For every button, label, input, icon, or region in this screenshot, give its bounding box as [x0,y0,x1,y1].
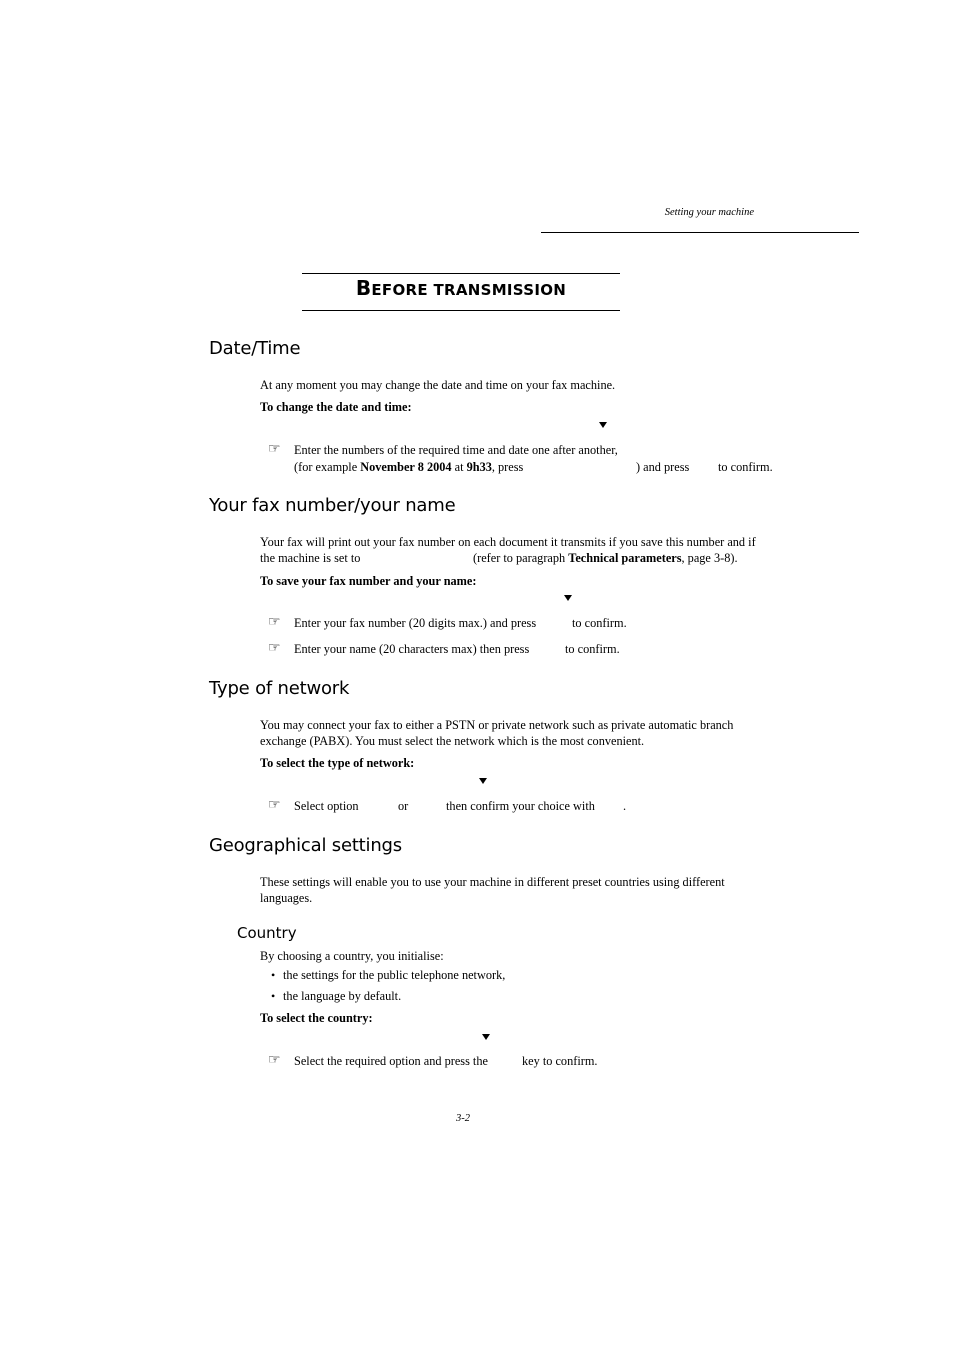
running-header: Setting your machine [664,207,754,218]
down-arrow-icon [479,778,487,784]
title-rule-bottom [302,310,620,311]
section-heading-geographical: Geographical settings [209,835,402,856]
example-date: November 8 2004 [360,460,452,474]
country-bullet-item: the settings for the public telephone ne… [283,968,506,982]
down-arrow-icon [599,422,607,428]
bullet-icon: • [271,989,276,1003]
fax-number-intro-line2a: the machine is set to [260,551,361,565]
fax-number-step2b: to confirm. [565,642,620,656]
country-step1a: Select the required option and press the [294,1054,488,1068]
pointing-hand-icon: ☞ [268,798,281,813]
chapter-title-initial: B [355,276,372,300]
date-time-step-line2a: (for example November 8 2004 at 9h33, pr… [294,459,523,475]
section-heading-fax-number: Your fax number/your name [209,495,456,516]
fax-number-procedure-label: To save your fax number and your name: [260,574,477,588]
page-number: 3-2 [456,1113,470,1124]
network-step1c: then confirm your choice with [446,799,595,813]
subsection-heading-country: Country [237,924,297,942]
section-heading-date-time: Date/Time [209,338,301,359]
country-step1b: key to confirm. [522,1054,598,1068]
date-time-procedure-label: To change the date and time: [260,400,412,414]
cross-reference: Technical parameters [568,551,682,565]
section-heading-network: Type of network [209,678,350,699]
network-intro-line1: You may connect your fax to either a PST… [260,718,734,732]
down-arrow-icon [564,595,572,601]
network-step1a: Select option [294,799,359,813]
title-rule-top [302,273,620,274]
fax-number-step1a: Enter your fax number (20 digits max.) a… [294,616,537,630]
example-time: 9h33 [466,460,492,474]
body-text: , page 3-8). [681,551,738,565]
down-arrow-icon [482,1034,490,1040]
geographical-intro-line1: These settings will enable you to use yo… [260,875,725,889]
country-bullet-item: the language by default. [283,989,402,1003]
date-time-step-line2c: to confirm. [718,460,773,474]
fax-number-intro-line2b: (refer to paragraph Technical parameters… [473,550,738,566]
step-text: at [451,460,467,474]
pointing-hand-icon: ☞ [268,442,281,457]
chapter-title: BEFORE TRANSMISSION [302,276,620,300]
fax-number-step2a: Enter your name (20 characters max) then… [294,642,530,656]
pointing-hand-icon: ☞ [268,1053,281,1068]
header-rule [541,232,859,233]
fax-number-step1b: to confirm. [572,616,627,630]
network-step1b: or [398,799,409,813]
network-intro-line2: exchange (PABX). You must select the net… [260,734,645,748]
geographical-intro-line2: languages. [260,891,313,905]
network-procedure-label: To select the type of network: [260,756,415,770]
body-text: (refer to paragraph [473,551,569,565]
step-text: (for example [294,460,361,474]
country-procedure-label: To select the country: [260,1011,373,1025]
pointing-hand-icon: ☞ [268,641,281,656]
bullet-icon: • [271,968,276,982]
country-intro: By choosing a country, you initialise: [260,949,444,963]
pointing-hand-icon: ☞ [268,615,281,630]
date-time-step-line1: Enter the numbers of the required time a… [294,443,618,457]
date-time-intro: At any moment you may change the date an… [260,378,616,392]
network-step1d: . [623,799,627,813]
step-text: , press [491,460,524,474]
chapter-title-rest: EFORE TRANSMISSION [371,281,567,299]
date-time-step-line2b: ) and press [636,460,690,474]
fax-number-intro-line1: Your fax will print out your fax number … [260,535,756,549]
